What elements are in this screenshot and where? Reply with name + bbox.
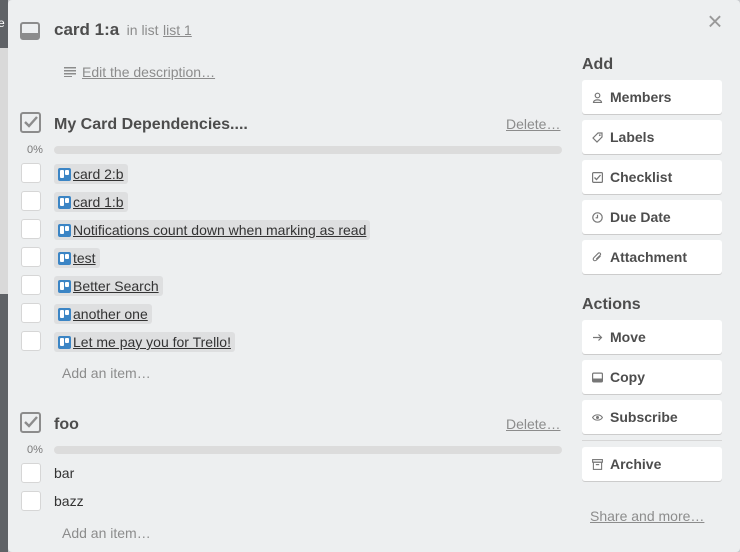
checklist-icon — [20, 412, 41, 433]
clock-icon — [592, 211, 603, 223]
button-label: Copy — [610, 369, 645, 385]
checklist-item: card 2:b — [21, 163, 421, 185]
checklist-title[interactable]: My Card Dependencies.... — [54, 116, 248, 134]
delete-checklist-link[interactable]: Delete… — [506, 416, 560, 432]
progress-percent: 0% — [27, 444, 43, 456]
item-text: Better Search — [73, 278, 159, 294]
item-checkbox[interactable] — [21, 491, 41, 511]
copy-button[interactable]: Copy — [582, 360, 722, 394]
due-date-button[interactable]: Due Date — [582, 200, 722, 234]
card-link-chip[interactable]: Let me pay you for Trello! — [54, 332, 235, 352]
item-checkbox[interactable] — [21, 331, 41, 351]
checklist-item: Notifications count down when marking as… — [21, 219, 421, 241]
add-heading: Add — [582, 56, 614, 73]
list-link[interactable]: list 1 — [163, 22, 192, 38]
item-checkbox[interactable] — [21, 219, 41, 239]
progress-percent: 0% — [27, 144, 43, 156]
card-link-chip[interactable]: card 1:b — [54, 192, 128, 212]
button-label: Subscribe — [610, 409, 678, 425]
archive-button[interactable]: Archive — [582, 447, 722, 481]
archive-icon — [592, 458, 603, 470]
background-list-peek — [0, 48, 8, 294]
board-background: e — [0, 0, 8, 552]
labels-button[interactable]: Labels — [582, 120, 722, 154]
arrow-right-icon — [593, 333, 603, 341]
item-checkbox[interactable] — [21, 163, 41, 183]
card-link-chip[interactable]: another one — [54, 304, 152, 324]
item-text: Let me pay you for Trello! — [73, 334, 231, 350]
item-text: Notifications count down when marking as… — [73, 222, 367, 238]
trello-card-icon — [58, 335, 71, 349]
item-checkbox[interactable] — [21, 247, 41, 267]
paperclip-icon — [592, 251, 602, 261]
button-label: Attachment — [610, 249, 688, 265]
item-text: test — [73, 250, 96, 266]
eye-icon — [592, 413, 603, 421]
checklist-item: card 1:b — [21, 191, 421, 213]
card-link-chip[interactable]: test — [54, 248, 100, 268]
item-text[interactable]: bar — [54, 465, 74, 481]
close-icon[interactable]: × — [704, 8, 726, 34]
card-title[interactable]: card 1:a — [54, 20, 119, 39]
actions-heading: Actions — [582, 296, 641, 313]
trello-card-icon — [58, 195, 71, 209]
button-label: Move — [610, 329, 646, 345]
button-label: Members — [610, 89, 672, 105]
progress-bar — [54, 146, 562, 154]
trello-card-icon — [58, 223, 71, 237]
attachment-button[interactable]: Attachment — [582, 240, 722, 274]
card-link-chip[interactable]: Better Search — [54, 276, 163, 296]
add-item-button[interactable]: Add an item… — [62, 525, 151, 541]
card-icon — [20, 22, 40, 40]
item-text: another one — [73, 306, 148, 322]
item-text[interactable]: bazz — [54, 493, 84, 509]
checkbox-icon — [592, 171, 603, 183]
trello-card-icon — [58, 307, 71, 321]
item-text: card 2:b — [73, 166, 124, 182]
checklist-button[interactable]: Checklist — [582, 160, 722, 194]
button-label: Archive — [610, 456, 662, 472]
checklist-item: Let me pay you for Trello! — [21, 331, 421, 353]
background-text-fragment: e — [0, 16, 5, 30]
add-item-button[interactable]: Add an item… — [62, 365, 151, 381]
item-text: card 1:b — [73, 194, 124, 210]
button-label: Labels — [610, 129, 655, 145]
tag-icon — [592, 131, 603, 143]
checklist-item: bar — [21, 463, 321, 485]
members-button[interactable]: Members — [582, 80, 722, 114]
move-button[interactable]: Move — [582, 320, 722, 354]
checklist-item: another one — [21, 303, 421, 325]
checklist-item: Better Search — [21, 275, 421, 297]
item-checkbox[interactable] — [21, 303, 41, 323]
card-detail-modal: × card 1:a in list list 1 Edit the descr… — [8, 0, 740, 552]
item-checkbox[interactable] — [21, 191, 41, 211]
trello-card-icon — [58, 279, 71, 293]
in-list-label: in list — [126, 22, 159, 38]
delete-checklist-link[interactable]: Delete… — [506, 116, 560, 132]
checklist-item: bazz — [21, 491, 321, 513]
item-checkbox[interactable] — [21, 275, 41, 295]
card-header: card 1:a in list list 1 — [54, 20, 192, 40]
trello-card-icon — [58, 167, 71, 181]
edit-description-link[interactable]: Edit the description… — [82, 64, 215, 80]
checklist-icon — [20, 112, 41, 133]
description-row: Edit the description… — [64, 64, 215, 80]
subscribe-button[interactable]: Subscribe — [582, 400, 722, 434]
trello-card-icon — [58, 251, 71, 265]
checklist-title[interactable]: foo — [54, 416, 79, 434]
item-checkbox[interactable] — [21, 463, 41, 483]
sidebar-divider — [582, 440, 722, 441]
progress-bar — [54, 446, 562, 454]
copy-icon — [592, 372, 603, 382]
checklist-item: test — [21, 247, 421, 269]
card-link-chip[interactable]: Notifications count down when marking as… — [54, 220, 371, 240]
button-label: Checklist — [610, 169, 673, 185]
button-label: Due Date — [610, 209, 671, 225]
share-and-more-link[interactable]: Share and more… — [590, 508, 704, 524]
description-lines-icon — [64, 67, 76, 77]
person-icon — [592, 92, 603, 103]
card-link-chip[interactable]: card 2:b — [54, 164, 128, 184]
